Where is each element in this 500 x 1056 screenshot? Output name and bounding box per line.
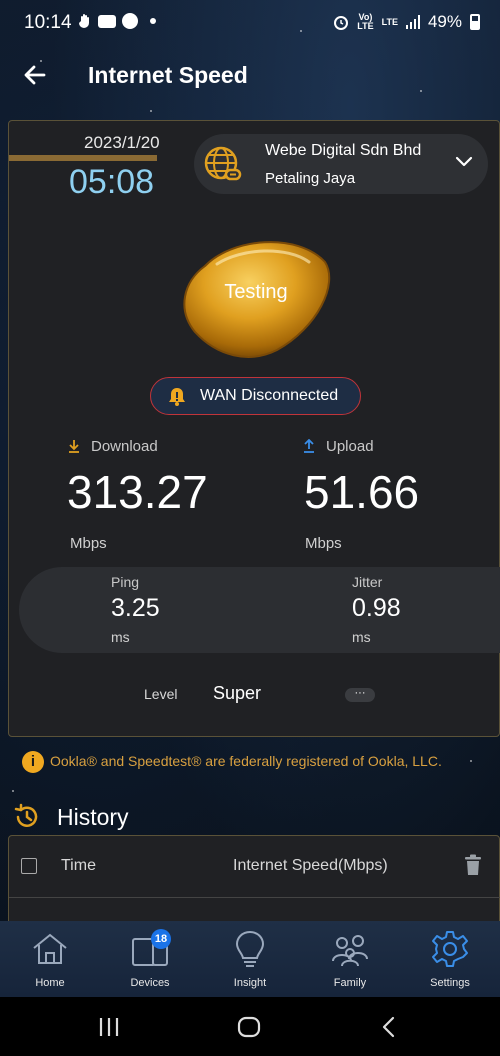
info-icon: i bbox=[22, 751, 44, 773]
select-all-checkbox[interactable] bbox=[21, 858, 37, 874]
column-internet-speed: Internet Speed(Mbps) bbox=[233, 857, 388, 874]
date-accent-bar bbox=[9, 155, 157, 161]
recent-apps-icon[interactable] bbox=[97, 1015, 121, 1039]
download-label: Download bbox=[91, 438, 158, 455]
nav-home-label: Home bbox=[35, 977, 65, 989]
download-unit: Mbps bbox=[70, 535, 107, 552]
nav-home[interactable]: Home bbox=[0, 921, 100, 997]
nav-settings-label: Settings bbox=[430, 977, 470, 989]
testing-label: Testing bbox=[224, 281, 288, 303]
nav-insight[interactable]: Insight bbox=[200, 921, 300, 997]
nav-devices-label: Devices bbox=[130, 977, 170, 989]
download-value: 313.27 bbox=[67, 466, 208, 518]
chevron-down-icon bbox=[455, 156, 473, 167]
nav-family-label: Family bbox=[333, 977, 367, 989]
ookla-notice: i Ookla® and Speedtest® are federally re… bbox=[22, 750, 492, 774]
bottom-navigation: Home 18 Devices Insight Family Settings bbox=[0, 921, 500, 997]
isp-selector[interactable]: Webe Digital Sdn Bhd Petaling Jaya bbox=[194, 134, 488, 194]
download-arrow-icon bbox=[69, 440, 79, 453]
upload-unit: Mbps bbox=[305, 535, 342, 552]
nav-insight-label: Insight bbox=[233, 977, 267, 989]
battery-percent: 49% bbox=[427, 12, 462, 31]
signal-icon bbox=[405, 15, 420, 29]
wan-status-badge: WAN Disconnected bbox=[150, 377, 361, 415]
page-title: Internet Speed bbox=[88, 62, 248, 88]
nav-family[interactable]: Family bbox=[300, 921, 400, 997]
battery-icon bbox=[470, 14, 480, 30]
back-button-icon[interactable] bbox=[377, 1015, 401, 1039]
test-date: 2023/1/20 bbox=[84, 133, 160, 152]
lightbulb-icon bbox=[235, 930, 265, 967]
devices-count-badge: 18 bbox=[151, 929, 171, 949]
hand-icon bbox=[79, 14, 89, 28]
trash-icon[interactable] bbox=[464, 854, 482, 876]
gear-icon bbox=[432, 931, 468, 967]
app-notification-icon bbox=[122, 13, 138, 29]
notice-text: Ookla® and Speedtest® are federally regi… bbox=[50, 753, 442, 769]
jitter-label: Jitter bbox=[352, 574, 383, 590]
jitter-value: 0.98 bbox=[352, 594, 401, 622]
table-divider bbox=[9, 897, 500, 898]
system-navigation-bar bbox=[0, 997, 500, 1056]
home-icon bbox=[33, 933, 67, 964]
level-value: Super bbox=[213, 683, 262, 703]
alarm-icon bbox=[334, 16, 349, 30]
lte-indicator: LTE bbox=[381, 16, 398, 27]
jitter-unit: ms bbox=[352, 629, 371, 645]
bell-alert-icon bbox=[169, 388, 185, 406]
header: Internet Speed bbox=[0, 50, 500, 100]
history-icon bbox=[14, 803, 38, 827]
more-notifications-dot bbox=[150, 18, 156, 24]
ping-value: 3.25 bbox=[111, 594, 160, 622]
home-button-icon[interactable] bbox=[237, 1015, 261, 1039]
wan-status-text: WAN Disconnected bbox=[200, 387, 339, 404]
volte-indicator: Vo) LTE bbox=[357, 12, 374, 31]
status-bar: 10:14 Vo) LTE LTE 49% bbox=[0, 0, 500, 44]
test-time: 05:08 bbox=[69, 163, 155, 201]
nav-devices[interactable]: 18 Devices bbox=[100, 921, 200, 997]
upload-value: 51.66 bbox=[304, 466, 420, 518]
family-icon bbox=[332, 935, 368, 967]
status-time: 10:14 bbox=[24, 12, 72, 33]
ping-label: Ping bbox=[111, 574, 140, 590]
ping-jitter-panel: Ping 3.25 ms Jitter 0.98 ms bbox=[19, 567, 500, 653]
upload-arrow-icon bbox=[304, 439, 314, 453]
youtube-icon bbox=[98, 14, 116, 28]
speedtest-card: 2023/1/20 05:08 Webe Digital Sdn Bhd Pet… bbox=[8, 120, 500, 737]
globe-link-icon bbox=[204, 146, 242, 181]
column-time: Time bbox=[61, 857, 96, 874]
nav-settings[interactable]: Settings bbox=[400, 921, 500, 997]
back-arrow-icon[interactable] bbox=[20, 60, 50, 90]
more-options-button[interactable]: ··· bbox=[345, 688, 375, 702]
history-table: Time Internet Speed(Mbps) bbox=[8, 835, 500, 925]
system-icons: Vo) LTE LTE 49% bbox=[333, 12, 480, 32]
upload-label: Upload bbox=[326, 438, 374, 455]
notification-icons bbox=[78, 13, 156, 29]
ping-unit: ms bbox=[111, 629, 130, 645]
history-title: History bbox=[57, 804, 129, 830]
level-label: Level bbox=[144, 686, 178, 702]
isp-name: Webe Digital Sdn Bhd bbox=[265, 142, 422, 159]
isp-city: Petaling Jaya bbox=[265, 170, 356, 187]
